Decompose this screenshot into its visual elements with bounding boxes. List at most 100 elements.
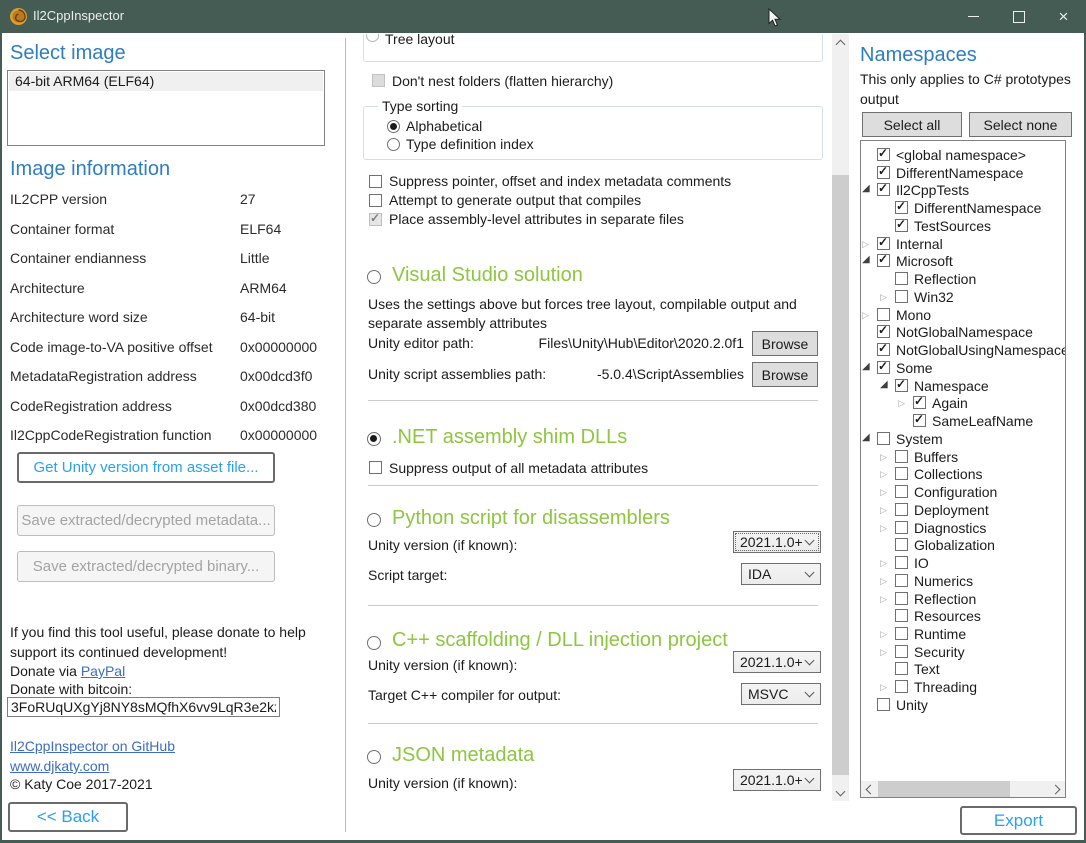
option-checkbox[interactable] <box>369 213 382 226</box>
tree-checkbox[interactable] <box>895 592 908 605</box>
namespaces-tree[interactable]: <global namespace>DifferentNamespace◢Il2… <box>860 140 1066 798</box>
expand-icon[interactable]: ▷ <box>880 629 887 639</box>
tree-item[interactable]: <global namespace> <box>861 147 1065 164</box>
tree-checkbox[interactable] <box>877 432 890 445</box>
option-checkbox[interactable] <box>369 194 382 207</box>
tree-checkbox[interactable] <box>877 308 890 321</box>
tree-item[interactable]: ◢System <box>861 431 1065 448</box>
tree-checkbox[interactable] <box>895 538 908 551</box>
close-button[interactable]: × <box>1041 0 1086 33</box>
minimize-button[interactable] <box>951 0 996 33</box>
expand-icon[interactable]: ▷ <box>880 647 887 657</box>
tree-checkbox[interactable] <box>877 183 890 196</box>
tree-checkbox[interactable] <box>877 254 890 267</box>
expand-icon[interactable]: ▷ <box>862 310 869 320</box>
expand-icon[interactable]: ▷ <box>880 452 887 462</box>
tree-item[interactable]: ▷Mono <box>861 307 1065 324</box>
scroll-up-button[interactable] <box>832 34 849 51</box>
tree-checkbox[interactable] <box>895 521 908 534</box>
collapse-icon[interactable]: ◢ <box>862 433 870 443</box>
scrollbar-thumb[interactable] <box>832 175 849 775</box>
collapse-icon[interactable]: ◢ <box>862 362 870 372</box>
tree-item[interactable]: Globalization <box>861 537 1065 554</box>
expand-icon[interactable]: ▷ <box>862 239 869 249</box>
tree-checkbox[interactable] <box>895 662 908 675</box>
back-button[interactable]: << Back <box>8 802 128 832</box>
tree-item[interactable]: ▷Again <box>861 395 1065 412</box>
tree-checkbox[interactable] <box>877 325 890 338</box>
tree-item[interactable]: DifferentNamespace <box>861 165 1065 182</box>
tree-checkbox[interactable] <box>877 361 890 374</box>
image-list-item[interactable]: 64-bit ARM64 (ELF64) <box>9 72 323 91</box>
tree-checkbox[interactable] <box>895 645 908 658</box>
flatten-hierarchy-checkbox[interactable] <box>372 74 385 87</box>
tree-checkbox[interactable] <box>895 485 908 498</box>
tree-item[interactable]: ▷Runtime <box>861 626 1065 643</box>
tree-item[interactable]: DifferentNamespace <box>861 200 1065 217</box>
export-button[interactable]: Export <box>960 806 1077 835</box>
website-link[interactable]: www.djkaty.com <box>10 758 109 774</box>
collapse-icon[interactable]: ◢ <box>880 380 888 390</box>
expand-icon[interactable]: ▷ <box>880 682 887 692</box>
expand-icon[interactable]: ▷ <box>898 398 905 408</box>
tree-checkbox[interactable] <box>877 166 890 179</box>
select-none-button[interactable]: Select none <box>969 112 1072 137</box>
tree-checkbox[interactable] <box>895 556 908 569</box>
tree-checkbox[interactable] <box>895 467 908 480</box>
cpp-scaffolding-radio[interactable] <box>367 636 381 650</box>
tree-checkbox[interactable] <box>895 219 908 232</box>
suppress-metadata-attributes-checkbox[interactable] <box>369 461 382 474</box>
cpp-unity-version-select[interactable]: 2021.1.0+ <box>733 651 821 673</box>
tree-item[interactable]: ▷Security <box>861 644 1065 661</box>
json-metadata-radio[interactable] <box>367 750 381 764</box>
scroll-down-button[interactable] <box>832 784 849 801</box>
script-target-select[interactable]: IDA <box>741 563 821 585</box>
tree-checkbox[interactable] <box>877 148 890 161</box>
tree-item[interactable]: ▷Reflection <box>861 591 1065 608</box>
net-shim-radio[interactable] <box>367 432 381 446</box>
tree-item[interactable]: ▷Buffers <box>861 449 1065 466</box>
image-listbox[interactable]: 64-bit ARM64 (ELF64) <box>7 70 325 146</box>
bitcoin-address-input[interactable] <box>7 697 280 717</box>
visual-studio-radio[interactable] <box>367 270 381 284</box>
tree-checkbox[interactable] <box>895 680 908 693</box>
tree-checkbox[interactable] <box>895 627 908 640</box>
tree-item[interactable]: ◢Il2CppTests <box>861 182 1065 199</box>
tree-item[interactable]: Reflection <box>861 271 1065 288</box>
collapse-icon[interactable]: ◢ <box>862 184 870 194</box>
maximize-button[interactable] <box>996 0 1041 33</box>
tree-item[interactable]: ▷Diagnostics <box>861 520 1065 537</box>
unity-editor-path-value[interactable]: Files\Unity\Hub\Editor\2020.2.0f1 <box>482 335 744 351</box>
json-unity-version-select[interactable]: 2021.1.0+ <box>733 769 821 791</box>
tree-item[interactable]: SameLeafName <box>861 413 1065 430</box>
tree-checkbox[interactable] <box>877 698 890 711</box>
tree-scrollbar-thumb[interactable] <box>878 781 1010 797</box>
expand-icon[interactable]: ▷ <box>880 469 887 479</box>
tree-item[interactable]: NotGlobalNamespace <box>861 324 1065 341</box>
expand-icon[interactable]: ▷ <box>880 505 887 515</box>
tree-checkbox[interactable] <box>895 574 908 587</box>
paypal-link[interactable]: PayPal <box>81 663 125 679</box>
collapse-icon[interactable]: ◢ <box>862 255 870 265</box>
tree-item[interactable]: ▷Numerics <box>861 573 1065 590</box>
python-unity-version-select[interactable]: 2021.1.0+ <box>733 531 821 553</box>
tree-item[interactable]: ◢Namespace <box>861 378 1065 395</box>
expand-icon[interactable]: ▷ <box>880 487 887 497</box>
tree-item[interactable]: Resources <box>861 608 1065 625</box>
cpp-compiler-select[interactable]: MSVC <box>741 683 821 705</box>
tree-item[interactable]: Text <box>861 661 1065 678</box>
python-script-radio[interactable] <box>367 513 381 527</box>
tree-item[interactable]: ▷Configuration <box>861 484 1065 501</box>
tree-checkbox[interactable] <box>877 237 890 250</box>
tree-checkbox[interactable] <box>913 396 926 409</box>
chevron-right-icon[interactable] <box>1051 785 1061 795</box>
tree-item[interactable]: ▷Collections <box>861 466 1065 483</box>
tree-item[interactable]: Unity <box>861 697 1065 714</box>
tree-item[interactable]: ◢Microsoft <box>861 253 1065 270</box>
browse-assemblies-path-button[interactable]: Browse <box>752 362 818 387</box>
tree-item[interactable]: ▷Deployment <box>861 502 1065 519</box>
tree-checkbox[interactable] <box>895 379 908 392</box>
tree-item[interactable]: ▷Internal <box>861 236 1065 253</box>
browse-editor-path-button[interactable]: Browse <box>752 331 818 356</box>
tree-item[interactable]: ▷IO <box>861 555 1065 572</box>
